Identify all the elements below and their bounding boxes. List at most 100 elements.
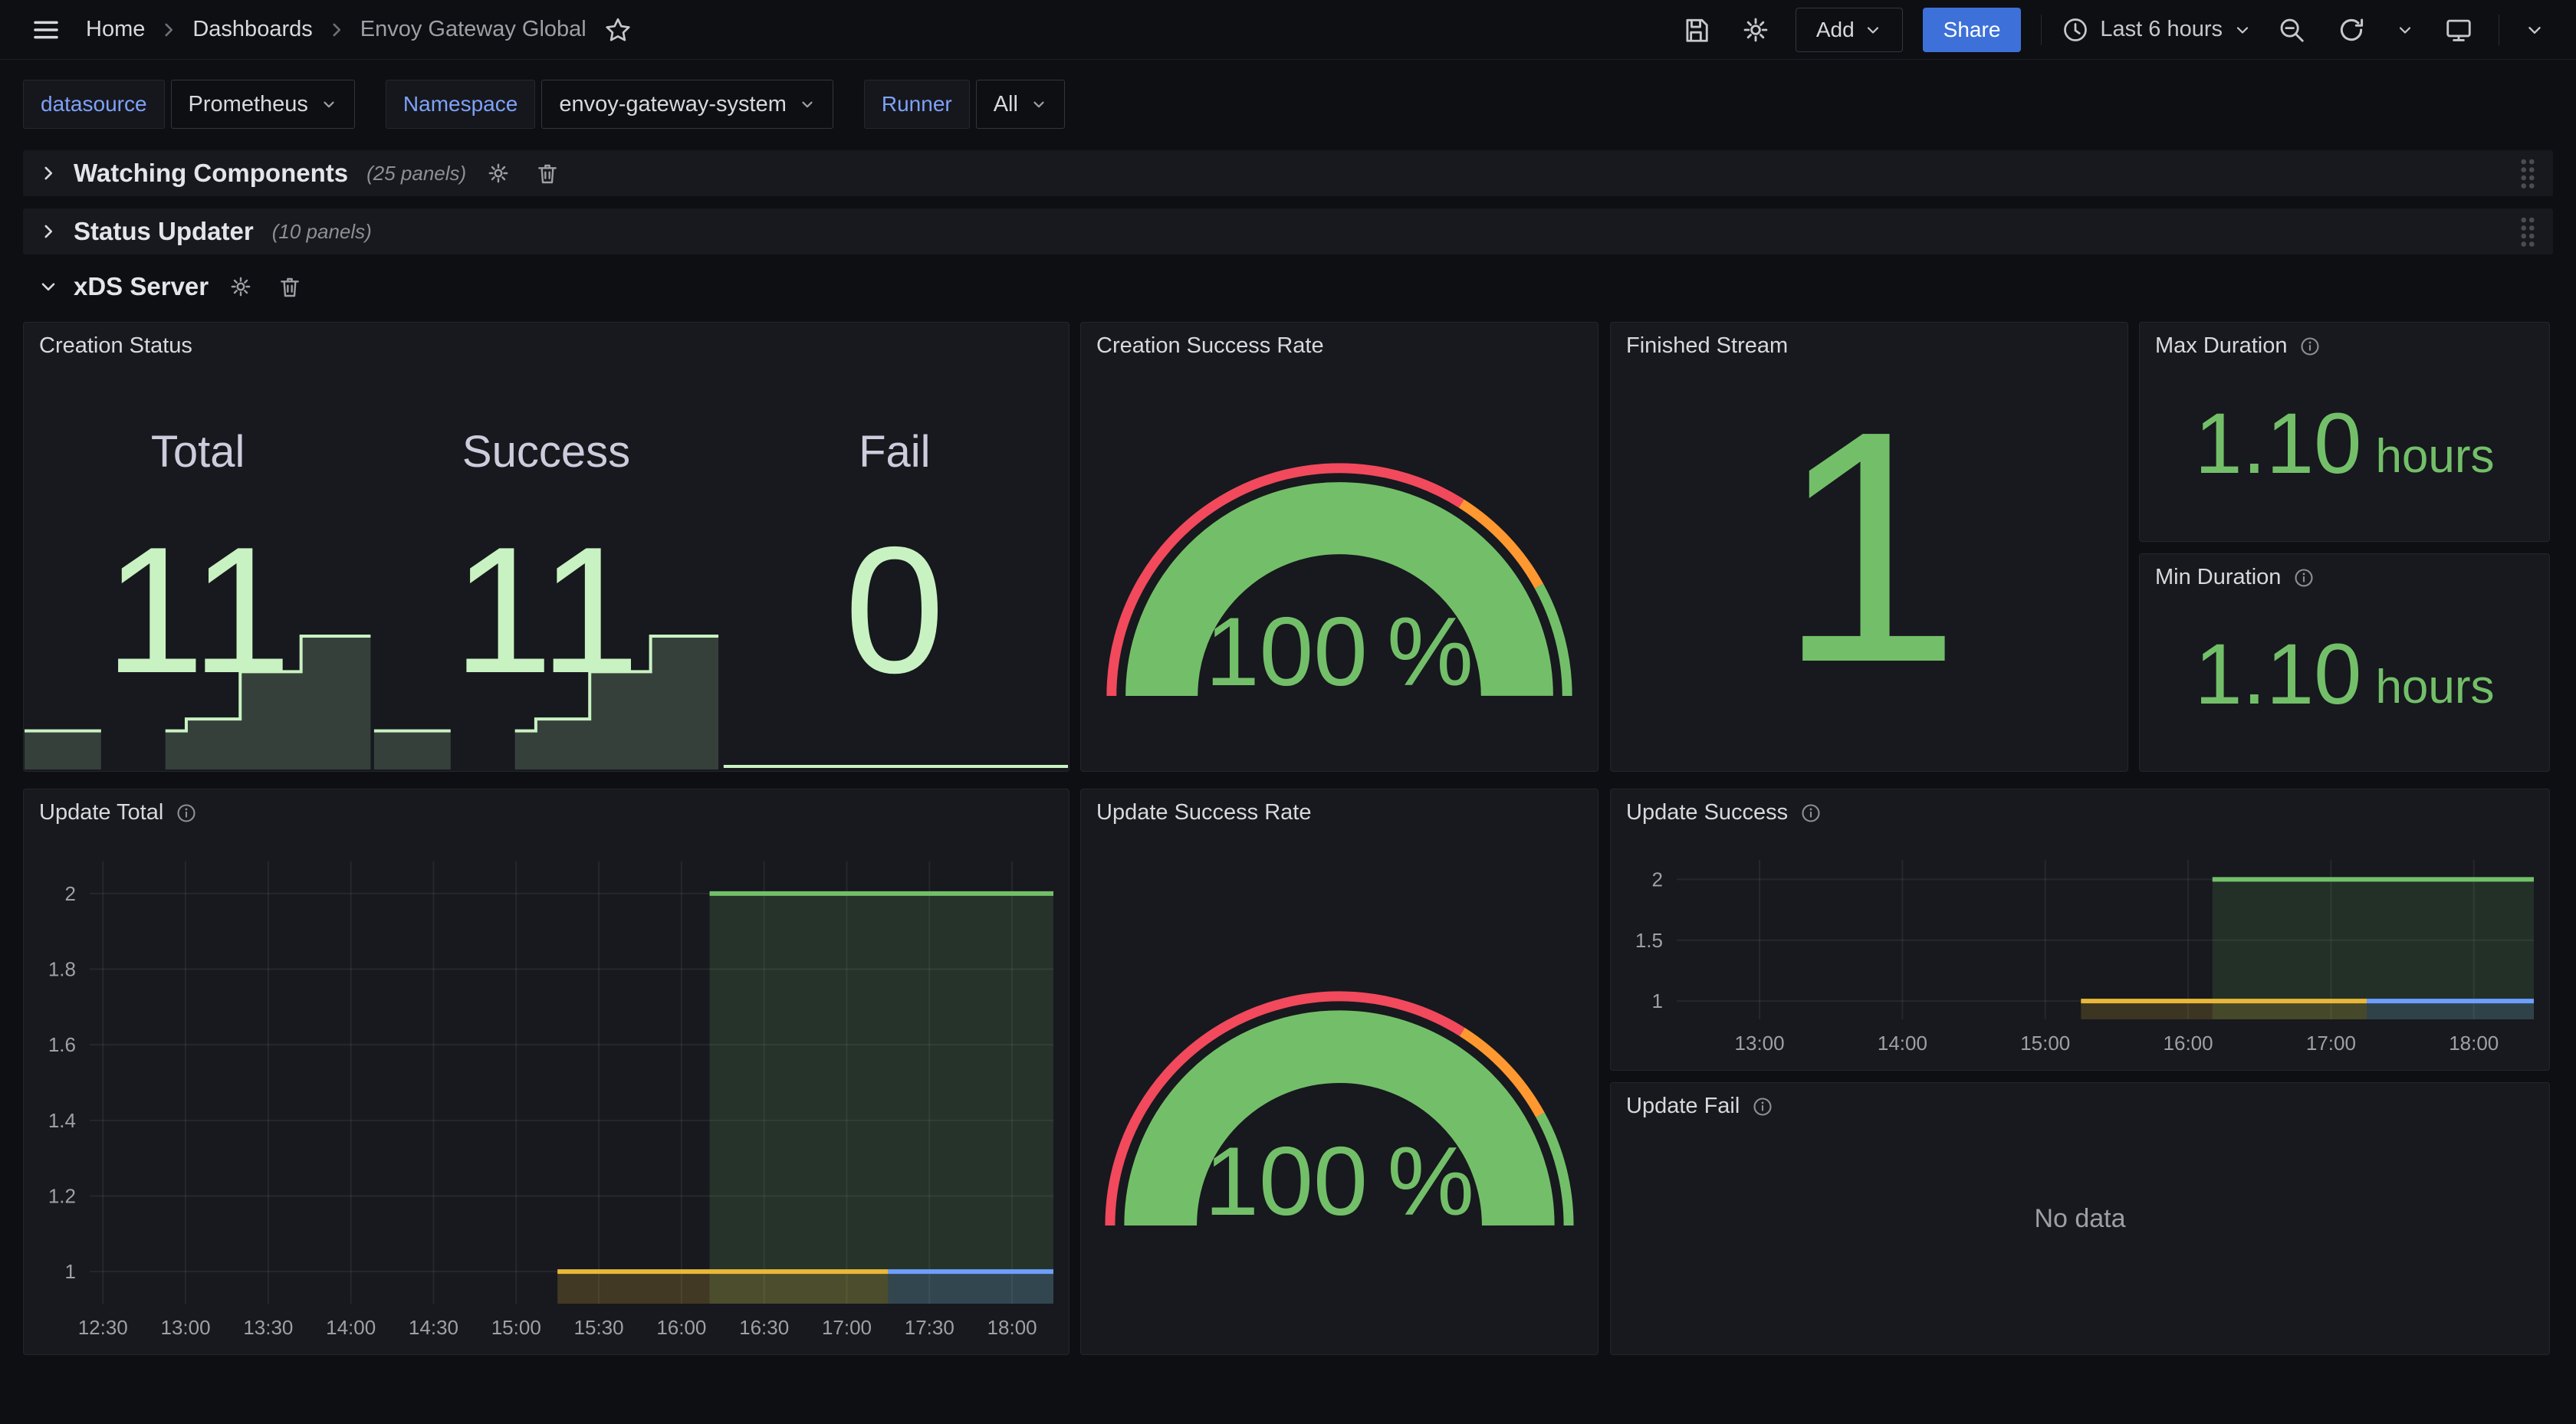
variable-datasource-label: datasource — [23, 80, 165, 129]
variable-namespace-dropdown[interactable]: envoy-gateway-system — [541, 80, 833, 129]
share-button-label: Share — [1944, 18, 2001, 42]
min-duration-value: 1.10 hours — [2140, 577, 2549, 771]
add-button-label: Add — [1816, 18, 1855, 42]
panel-title[interactable]: Update Total — [39, 800, 197, 825]
chevron-right-icon — [38, 163, 58, 183]
row-title: xDS Server — [74, 272, 209, 301]
info-icon[interactable] — [2299, 336, 2321, 357]
time-range-picker[interactable]: Last 6 hours — [2062, 16, 2252, 44]
variable-runner: Runner All — [864, 80, 1065, 129]
duration-unit: hours — [2375, 634, 2494, 714]
panel-title-text: Min Duration — [2155, 565, 2281, 590]
row-settings-gear-icon[interactable] — [224, 270, 258, 304]
stat-label: Fail — [721, 426, 1069, 477]
chevron-right-icon — [327, 20, 347, 40]
favorite-star-icon[interactable] — [600, 12, 636, 48]
breadcrumb-dashboards[interactable]: Dashboards — [192, 17, 312, 42]
refresh-interval-chevron-icon[interactable] — [2391, 10, 2419, 50]
refresh-icon[interactable] — [2331, 10, 2371, 50]
panel-title[interactable]: Update Fail — [1626, 1094, 1773, 1119]
info-icon[interactable] — [1800, 802, 1822, 824]
svg-text:17:00: 17:00 — [822, 1316, 872, 1339]
panel-title-text: Update Fail — [1626, 1094, 1740, 1119]
finished-stream-value: 1 — [1611, 323, 2128, 771]
top-navigation-bar: Home Dashboards Envoy Gateway Global Add — [0, 0, 2576, 60]
duration-unit: hours — [2375, 403, 2494, 484]
svg-text:13:00: 13:00 — [1735, 1032, 1785, 1055]
panel-max-duration: Max Duration 1.10 hours — [2139, 322, 2550, 542]
kiosk-mode-monitor-icon[interactable] — [2439, 10, 2479, 50]
zoom-out-time-icon[interactable] — [2272, 10, 2312, 50]
chevron-down-icon — [2233, 21, 2252, 39]
chevron-down-icon — [1030, 96, 1047, 113]
row-xds-server[interactable]: xDS Server — [23, 267, 2553, 307]
row-panel-count: (25 panels) — [366, 162, 466, 185]
svg-text:2: 2 — [65, 882, 76, 905]
duration-number: 1.10 — [2194, 632, 2361, 717]
panel-title-text: Max Duration — [2155, 333, 2287, 359]
panel-min-duration: Min Duration 1.10 hours — [2139, 553, 2550, 772]
panel-title-text: Update Success — [1626, 800, 1788, 825]
info-icon[interactable] — [176, 802, 197, 824]
svg-text:18:00: 18:00 — [2449, 1032, 2499, 1055]
hamburger-menu-icon[interactable] — [26, 10, 66, 50]
row-settings-gear-icon[interactable] — [481, 156, 515, 190]
svg-text:15:00: 15:00 — [2020, 1032, 2070, 1055]
svg-text:100 %: 100 % — [1204, 1127, 1474, 1236]
variable-namespace-label: Namespace — [386, 80, 535, 129]
stat-sparklines — [25, 632, 1068, 769]
add-button[interactable]: Add — [1796, 8, 1903, 52]
panel-update-fail: Update Fail No data — [1610, 1082, 2550, 1355]
panel-title[interactable]: Update Success — [1626, 800, 1822, 825]
variable-datasource-dropdown[interactable]: Prometheus — [171, 80, 355, 129]
svg-text:1.4: 1.4 — [48, 1109, 76, 1132]
panel-title[interactable]: Finished Stream — [1626, 333, 1788, 359]
svg-text:13:00: 13:00 — [161, 1316, 211, 1339]
panel-title[interactable]: Update Success Rate — [1096, 800, 1311, 825]
time-range-label: Last 6 hours — [2100, 17, 2223, 42]
svg-text:1.5: 1.5 — [1635, 929, 1663, 952]
svg-text:1.8: 1.8 — [48, 958, 76, 981]
info-icon[interactable] — [1752, 1096, 1773, 1117]
svg-text:13:30: 13:30 — [243, 1316, 293, 1339]
info-icon[interactable] — [2293, 567, 2315, 589]
row-drag-handle[interactable] — [2518, 215, 2538, 248]
row-delete-trash-icon[interactable] — [273, 270, 307, 304]
svg-text:16:00: 16:00 — [2164, 1032, 2213, 1055]
no-data-message: No data — [1611, 1083, 2549, 1354]
svg-text:16:30: 16:30 — [739, 1316, 789, 1339]
chevron-right-icon — [38, 221, 58, 241]
row-drag-handle[interactable] — [2518, 157, 2538, 189]
variable-runner-dropdown[interactable]: All — [976, 80, 1065, 129]
row-delete-trash-icon[interactable] — [531, 156, 564, 190]
breadcrumb-home[interactable]: Home — [86, 17, 145, 42]
save-dashboard-icon[interactable] — [1676, 10, 1716, 50]
variable-runner-value: All — [994, 92, 1018, 117]
dashboard-variables: datasource Prometheus Namespace envoy-ga… — [23, 80, 1065, 129]
panel-title-text: Creation Status — [39, 333, 192, 359]
svg-text:18:00: 18:00 — [987, 1316, 1037, 1339]
variable-namespace: Namespace envoy-gateway-system — [386, 80, 833, 129]
panel-title[interactable]: Creation Status — [39, 333, 192, 359]
panel-title[interactable]: Creation Success Rate — [1096, 333, 1324, 359]
variable-datasource: datasource Prometheus — [23, 80, 355, 129]
variable-datasource-value: Prometheus — [189, 92, 308, 117]
svg-text:16:00: 16:00 — [656, 1316, 706, 1339]
svg-text:14:00: 14:00 — [326, 1316, 376, 1339]
row-watching-components[interactable]: Watching Components (25 panels) — [23, 150, 2553, 196]
panel-title[interactable]: Min Duration — [2155, 565, 2315, 590]
dashboard-settings-gear-icon[interactable] — [1736, 10, 1776, 50]
svg-text:100 %: 100 % — [1205, 597, 1474, 706]
duration-number: 1.10 — [2194, 401, 2361, 487]
panel-title[interactable]: Max Duration — [2155, 333, 2321, 359]
panel-update-success: Update Success 13:0014:0015:0016:0017:00… — [1610, 789, 2550, 1071]
time-series-chart[interactable]: 12:3013:0013:3014:0014:3015:0015:3016:00… — [24, 840, 1066, 1353]
svg-text:1: 1 — [65, 1260, 76, 1283]
chevron-down-icon — [38, 277, 58, 297]
row-status-updater[interactable]: Status Updater (10 panels) — [23, 208, 2553, 254]
variable-runner-label: Runner — [864, 80, 970, 129]
collapse-toolbar-chevron-icon[interactable] — [2519, 10, 2550, 50]
time-series-chart[interactable]: 13:0014:0015:0016:0017:0018:0011.52 — [1611, 838, 2546, 1068]
share-button[interactable]: Share — [1923, 8, 2022, 52]
chevron-down-icon — [1864, 21, 1882, 39]
